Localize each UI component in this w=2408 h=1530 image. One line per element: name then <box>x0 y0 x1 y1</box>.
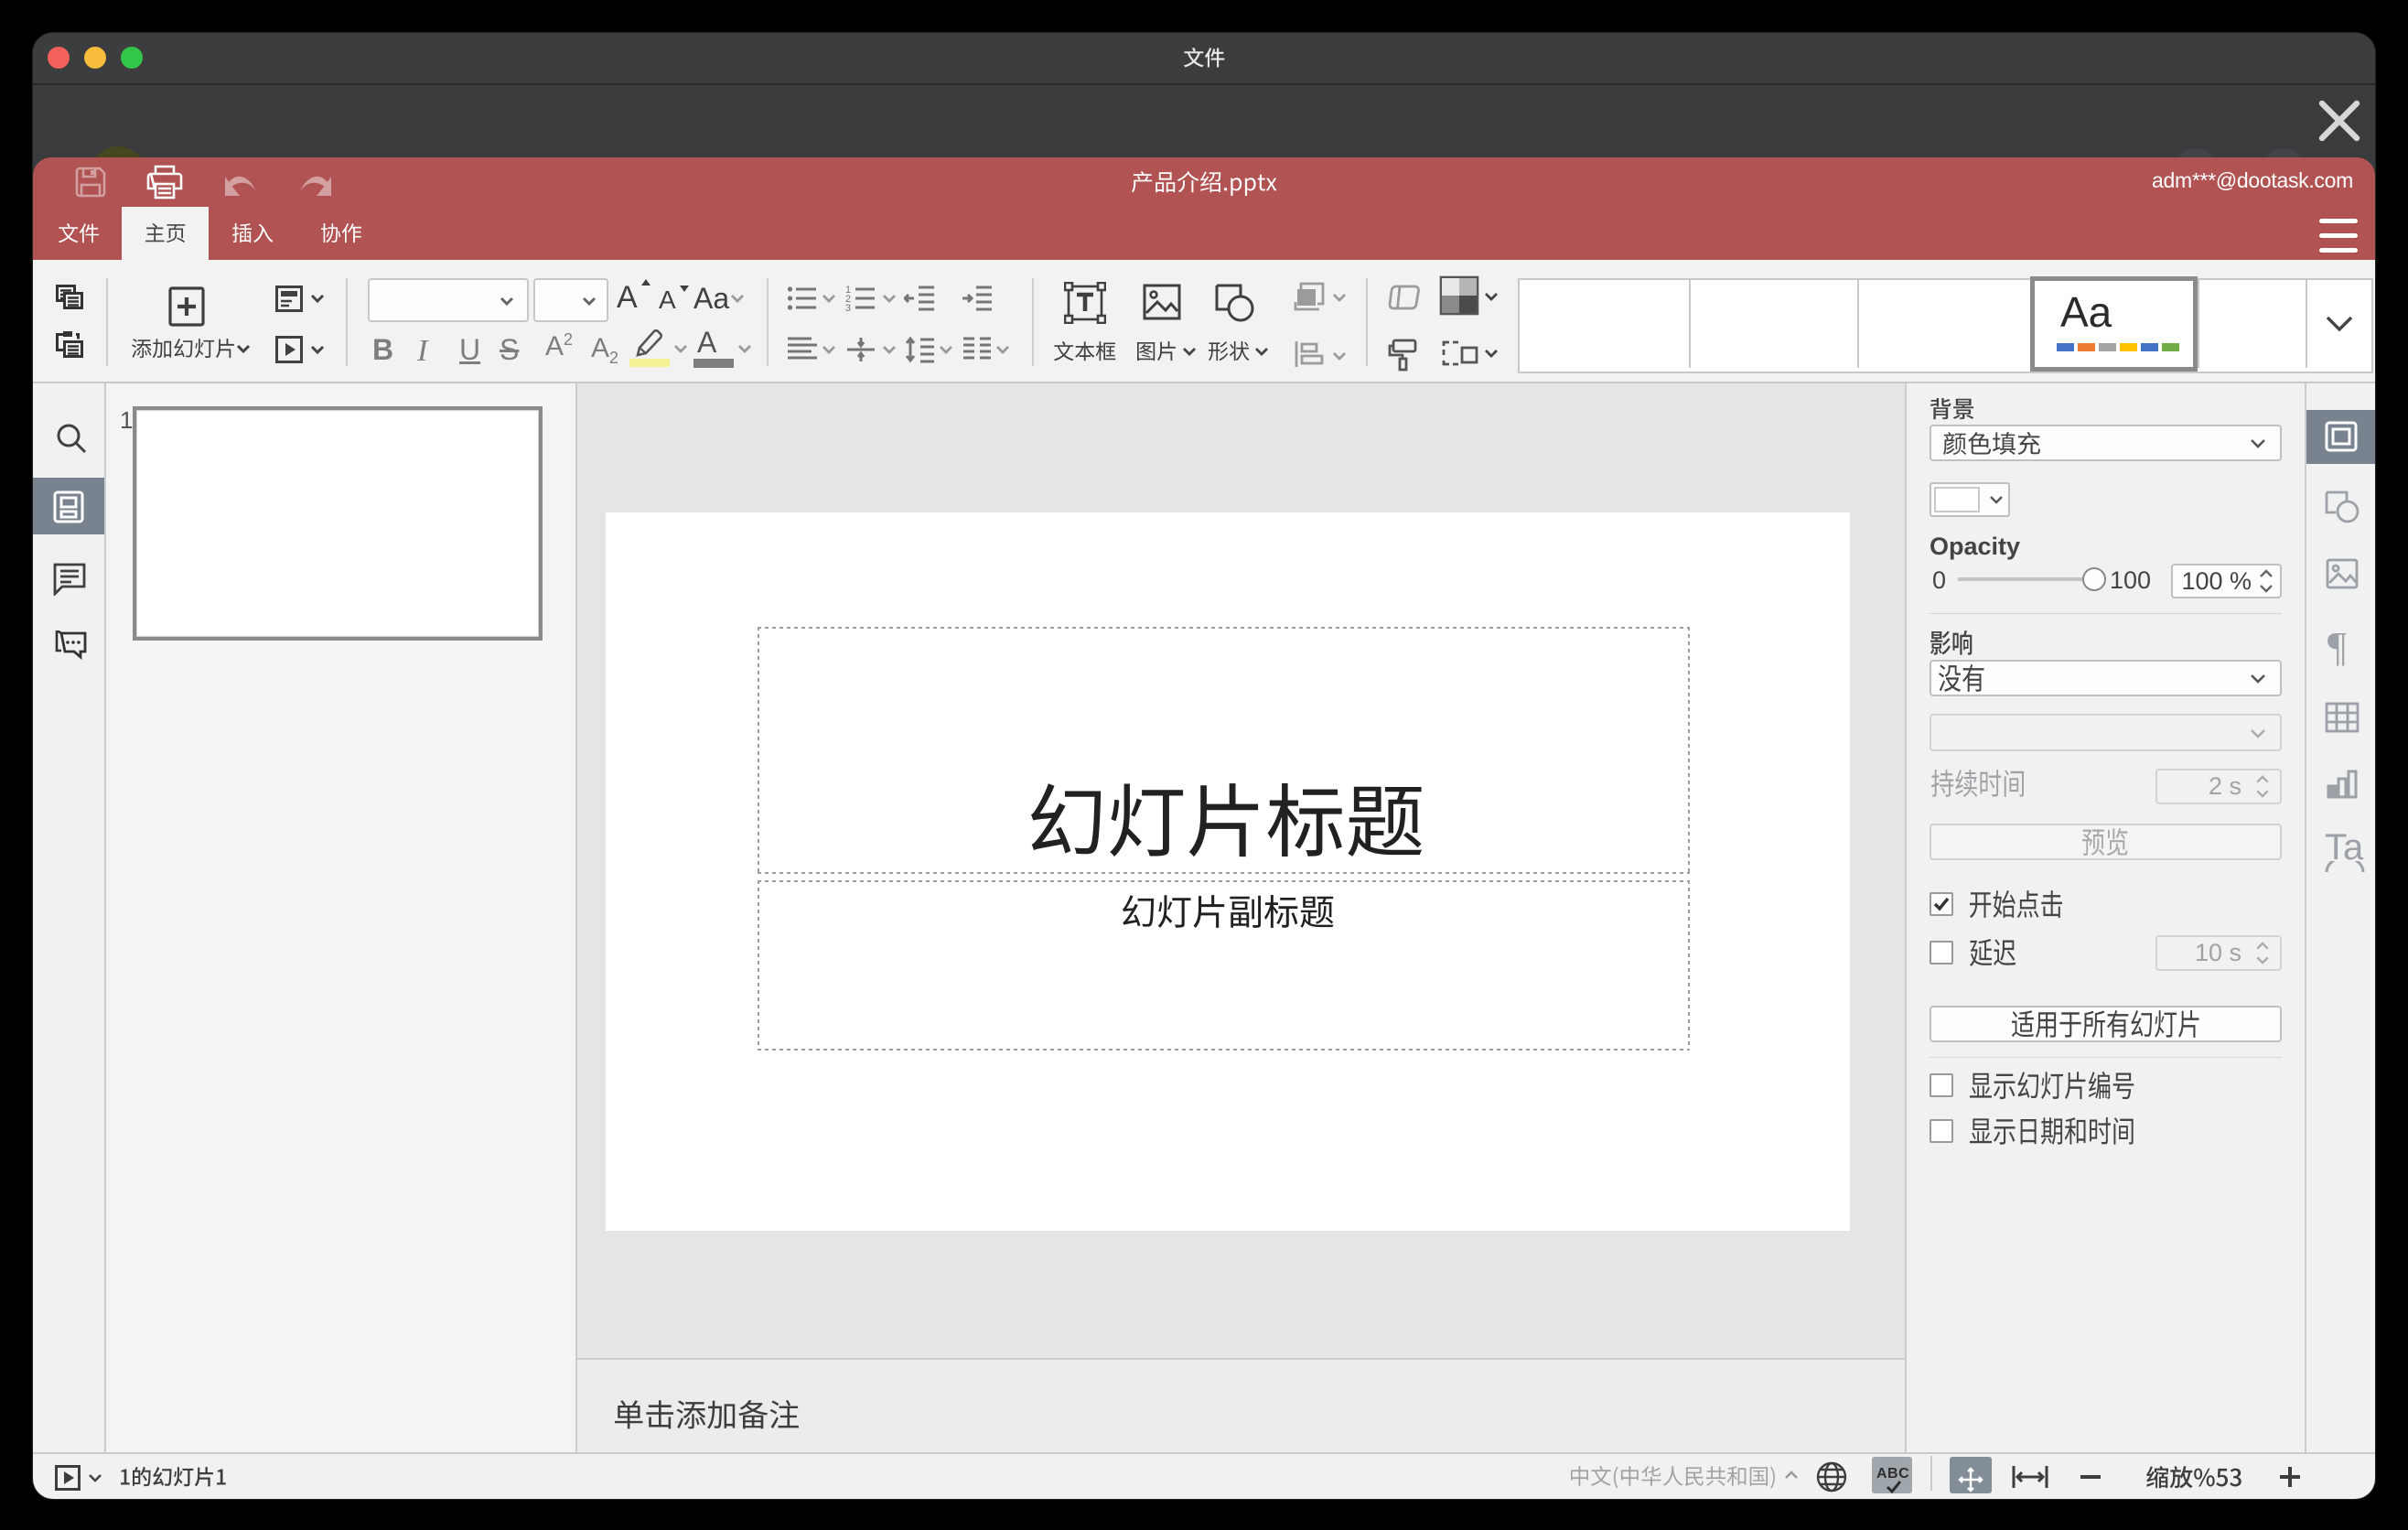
svg-text:3: 3 <box>845 303 851 312</box>
